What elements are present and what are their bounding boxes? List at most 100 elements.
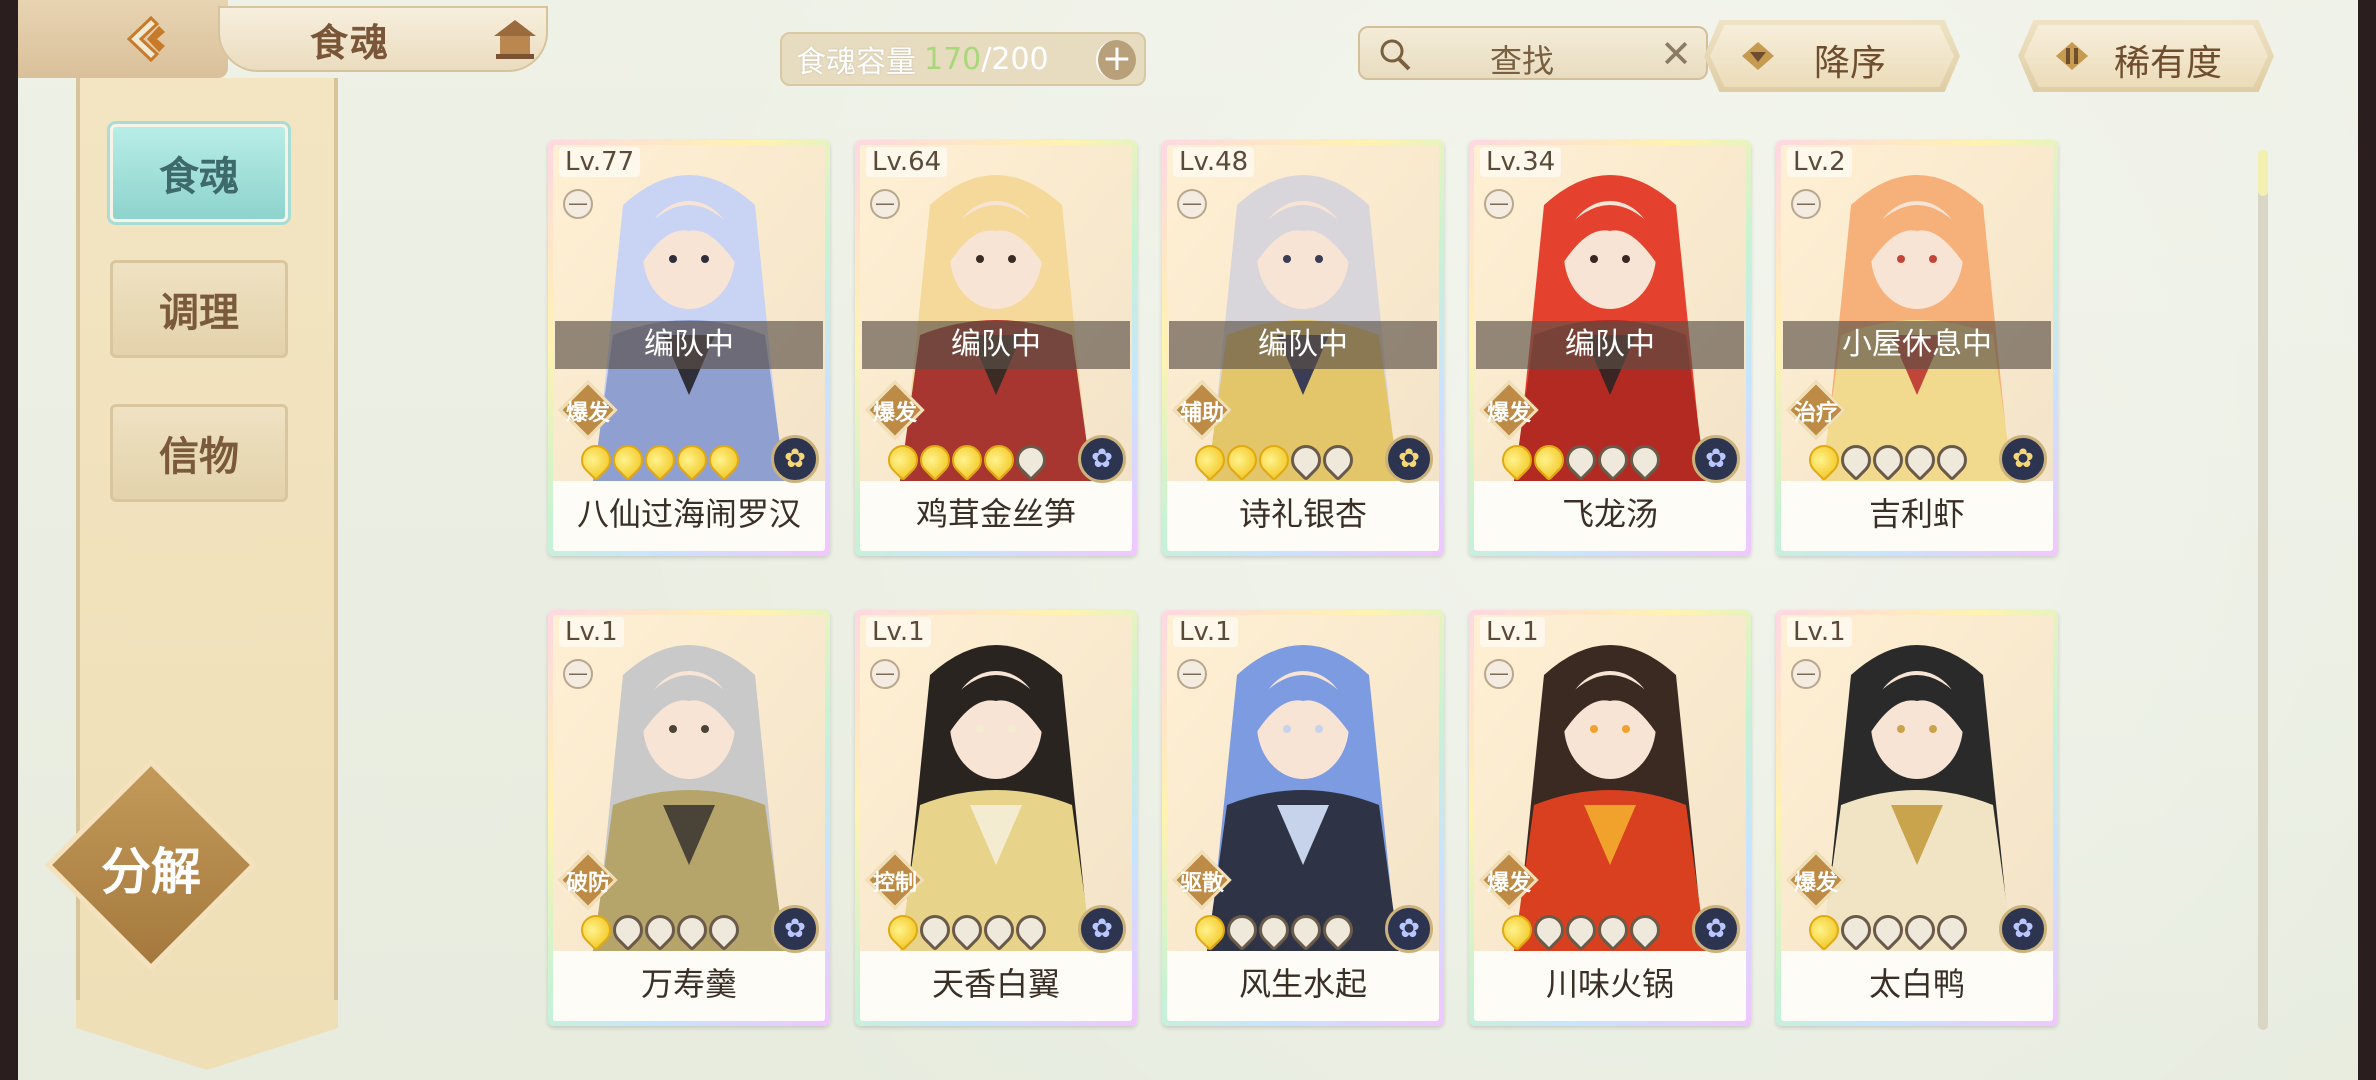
back-button[interactable] bbox=[118, 12, 178, 66]
lock-icon[interactable]: — bbox=[563, 659, 593, 689]
status-banner: 编队中 bbox=[1476, 321, 1744, 369]
star-icon bbox=[945, 438, 989, 482]
star-icon bbox=[881, 908, 925, 952]
role-label: 治疗 bbox=[1793, 401, 1838, 426]
lock-icon[interactable]: — bbox=[1177, 189, 1207, 219]
page-title: 食魂 bbox=[310, 19, 391, 65]
star-icon bbox=[1252, 438, 1296, 482]
clear-search-icon[interactable]: ✕ bbox=[1660, 32, 1692, 76]
star-rating bbox=[881, 438, 1053, 482]
lock-icon[interactable]: — bbox=[1791, 189, 1821, 219]
role-badge: 辅助 bbox=[1172, 380, 1232, 440]
search-input[interactable]: 查找 bbox=[1490, 36, 1554, 82]
lock-icon[interactable]: — bbox=[1177, 659, 1207, 689]
lock-icon[interactable]: — bbox=[1484, 189, 1514, 219]
star-icon bbox=[1866, 908, 1910, 952]
food-soul-card[interactable]: Lv.1 — 爆发 ✿ 太白鸭 bbox=[1776, 610, 2058, 1026]
role-badge: 爆发 bbox=[865, 380, 925, 440]
sidebar-item-cooking[interactable]: 调理 bbox=[110, 260, 288, 358]
card-body: Lv.48 — 编队中 辅助 ✿ 诗礼银杏 bbox=[1167, 145, 1439, 551]
star-icon bbox=[1834, 438, 1878, 482]
food-soul-card[interactable]: Lv.77 — 编队中 爆发 ✿ 八仙过海闹罗汉 bbox=[548, 140, 830, 556]
star-icon bbox=[1009, 438, 1053, 482]
star-icon bbox=[1252, 908, 1296, 952]
level-label: Lv.1 bbox=[1173, 617, 1238, 647]
search-box[interactable]: 查找 ✕ bbox=[1358, 26, 1708, 80]
search-icon bbox=[1380, 39, 1411, 71]
star-icon bbox=[1220, 908, 1264, 952]
element-flower-icon: ✿ bbox=[1385, 435, 1433, 483]
role-badge: 驱散 bbox=[1172, 850, 1232, 910]
star-icon bbox=[670, 438, 714, 482]
sort-label: 降序 bbox=[1814, 43, 1887, 84]
star-icon bbox=[1930, 438, 1974, 482]
food-soul-card[interactable]: Lv.1 — 控制 ✿ 天香白翼 bbox=[855, 610, 1137, 1026]
role-label: 爆发 bbox=[872, 401, 917, 426]
status-banner: 编队中 bbox=[555, 321, 823, 369]
capacity-display: 食魂容量 170 /200 + bbox=[780, 32, 1146, 86]
lock-icon[interactable]: — bbox=[870, 659, 900, 689]
role-label: 爆发 bbox=[1793, 871, 1838, 896]
add-capacity-button[interactable]: + bbox=[1096, 40, 1136, 80]
star-icon bbox=[1623, 438, 1667, 482]
top-bar: 食魂 食魂容量 170 /200 + 查找 ✕ 降序 稀有度 bbox=[18, 0, 2358, 92]
star-rating bbox=[1495, 908, 1667, 952]
level-label: Lv.1 bbox=[1480, 617, 1545, 647]
star-icon bbox=[1559, 908, 1603, 952]
sort-order-button[interactable]: 降序 bbox=[1704, 20, 1960, 92]
card-body: Lv.77 — 编队中 爆发 ✿ 八仙过海闹罗汉 bbox=[553, 145, 825, 551]
star-icon bbox=[945, 908, 989, 952]
level-label: Lv.64 bbox=[866, 147, 948, 177]
star-icon bbox=[1220, 438, 1264, 482]
character-name: 飞龙汤 bbox=[1561, 495, 1658, 533]
card-body: Lv.1 — 驱散 ✿ 风生水起 bbox=[1167, 615, 1439, 1021]
star-icon bbox=[1802, 438, 1846, 482]
character-name: 太白鸭 bbox=[1868, 965, 1965, 1003]
star-icon bbox=[702, 438, 746, 482]
star-icon bbox=[1802, 908, 1846, 952]
food-soul-card[interactable]: Lv.1 — 破防 ✿ 万寿羹 bbox=[548, 610, 830, 1026]
capacity-label: 食魂容量 bbox=[796, 45, 916, 80]
lock-icon[interactable]: — bbox=[1791, 659, 1821, 689]
lock-icon[interactable]: — bbox=[870, 189, 900, 219]
food-soul-card[interactable]: Lv.1 — 驱散 ✿ 风生水起 bbox=[1162, 610, 1444, 1026]
star-icon bbox=[1834, 908, 1878, 952]
star-rating bbox=[1495, 438, 1667, 482]
card-body: Lv.64 — 编队中 爆发 ✿ 鸡茸金丝笋 bbox=[860, 145, 1132, 551]
element-flower-icon: ✿ bbox=[1078, 905, 1126, 953]
character-name: 诗礼银杏 bbox=[1238, 495, 1367, 533]
star-icon bbox=[638, 908, 682, 952]
element-flower-icon: ✿ bbox=[1385, 905, 1433, 953]
status-banner: 编队中 bbox=[1169, 321, 1437, 369]
star-icon bbox=[1188, 438, 1232, 482]
lock-icon[interactable]: — bbox=[1484, 659, 1514, 689]
element-flower-icon: ✿ bbox=[1999, 905, 2047, 953]
star-icon bbox=[1495, 438, 1539, 482]
scrollbar-thumb[interactable] bbox=[2258, 150, 2268, 196]
role-label: 辅助 bbox=[1179, 401, 1224, 426]
card-body: Lv.1 — 爆发 ✿ 太白鸭 bbox=[1781, 615, 2053, 1021]
character-name: 鸡茸金丝笋 bbox=[915, 495, 1076, 533]
food-soul-card[interactable]: Lv.34 — 编队中 爆发 ✿ 飞龙汤 bbox=[1469, 140, 1751, 556]
role-label: 爆发 bbox=[1486, 871, 1531, 896]
rarity-filter-button[interactable]: 稀有度 bbox=[2018, 20, 2274, 92]
food-soul-card[interactable]: Lv.2 — 小屋休息中 治疗 ✿ 吉利虾 bbox=[1776, 140, 2058, 556]
role-badge: 爆发 bbox=[1479, 380, 1539, 440]
character-name: 八仙过海闹罗汉 bbox=[576, 495, 801, 533]
star-icon bbox=[1591, 908, 1635, 952]
food-soul-card[interactable]: Lv.48 — 编队中 辅助 ✿ 诗礼银杏 bbox=[1162, 140, 1444, 556]
food-soul-card[interactable]: Lv.64 — 编队中 爆发 ✿ 鸡茸金丝笋 bbox=[855, 140, 1137, 556]
lock-icon[interactable]: — bbox=[563, 189, 593, 219]
scrollbar[interactable] bbox=[2258, 150, 2268, 1030]
capacity-max: /200 bbox=[981, 41, 1049, 77]
star-icon bbox=[1527, 908, 1571, 952]
sidebar-item-token[interactable]: 信物 bbox=[110, 404, 288, 502]
role-badge: 爆发 bbox=[558, 380, 618, 440]
star-icon bbox=[1930, 908, 1974, 952]
level-label: Lv.77 bbox=[559, 147, 641, 177]
star-icon bbox=[1527, 438, 1571, 482]
house-icon[interactable] bbox=[490, 18, 540, 62]
star-rating bbox=[1802, 438, 1974, 482]
sidebar-item-food-soul[interactable]: 食魂 bbox=[110, 124, 288, 222]
food-soul-card[interactable]: Lv.1 — 爆发 ✿ 川味火锅 bbox=[1469, 610, 1751, 1026]
